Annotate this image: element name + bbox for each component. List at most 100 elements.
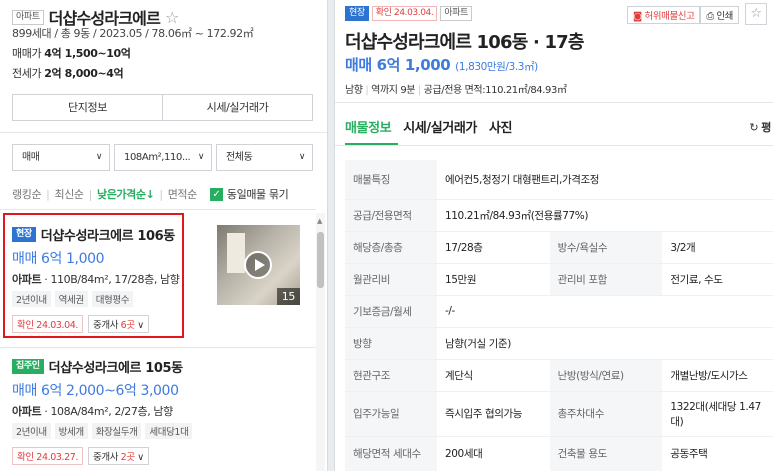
row-value: 17/28층 xyxy=(437,231,550,264)
detail-tags: 현장 확인 24.03.04. 아파트 xyxy=(345,6,472,21)
complex-tabs: 단지정보 시세/실거래가 xyxy=(12,94,313,121)
detail-actions: ◙ 허위매물신고 ⎙ 인쇄 xyxy=(627,6,739,24)
sep: | xyxy=(417,85,421,96)
agent-count-button[interactable]: 중개사 2곳 ∨ xyxy=(88,447,149,465)
row-value: 즉시입주 협의가능 xyxy=(437,391,550,437)
group-same-label: 동일매물 묶기 xyxy=(226,188,289,201)
table-row: 해당면적 세대수 200세대 건축물 용도 공동주택 xyxy=(345,436,773,471)
chevron-down-icon: ∨ xyxy=(298,152,306,162)
station-distance: 역까지 9분 xyxy=(371,85,416,96)
detail-price: 매매 6억 1,000 (1,830만원/3.3㎡) xyxy=(345,54,538,75)
detail-tabs: 매물정보 시세/실거래가 사진 xyxy=(345,117,512,136)
photo-count: 15 xyxy=(276,288,300,305)
area-select[interactable]: 108Am²,110... ∨ xyxy=(114,144,212,171)
row-key: 월관리비 xyxy=(345,263,437,296)
tab-photos[interactable]: 사진 xyxy=(489,117,513,136)
table-row: 공급/전용면적 110.21㎡/84.93㎡(전용률77%) xyxy=(345,199,773,232)
scrollbar[interactable]: ▲ xyxy=(316,213,325,471)
sale-price-row: 매매가 4억 1,500~10억 xyxy=(12,45,131,61)
sale-value: 4억 1,500~10억 xyxy=(44,47,131,60)
deal-type-select[interactable]: 매매 ∨ xyxy=(12,144,110,171)
listing-title: 더샵수성라크에르 105동 xyxy=(48,361,184,376)
tab-listing-info[interactable]: 매물정보 xyxy=(345,117,392,136)
panel-divider xyxy=(327,0,335,471)
scroll-thumb[interactable] xyxy=(317,232,324,288)
detail-price-value: 매매 6억 1,000 xyxy=(345,56,451,74)
star-icon[interactable]: ☆ xyxy=(745,3,767,25)
sort-latest[interactable]: 최신순 xyxy=(49,186,88,202)
row-value: 3/2개 xyxy=(662,231,773,264)
sort-low-price[interactable]: 낮은가격순↓ xyxy=(92,186,159,202)
area-value: 108Am²,110... xyxy=(124,152,191,163)
row-key: 공급/전용면적 xyxy=(345,199,437,232)
row-value: 남향(거실 기준) xyxy=(437,327,773,360)
play-icon[interactable] xyxy=(244,251,272,279)
print-button[interactable]: ⎙ 인쇄 xyxy=(700,6,739,24)
row-key: 방수/욕실수 xyxy=(549,231,663,264)
row-value: 110.21㎡/84.93㎡(전용률77%) xyxy=(437,199,773,232)
table-row: 방향 남향(거실 기준) xyxy=(345,327,773,360)
row-key: 해당층/총층 xyxy=(345,231,437,264)
divider xyxy=(0,347,316,348)
row-key: 해당면적 세대수 xyxy=(345,436,437,471)
window-graphic xyxy=(227,233,245,273)
table-row: 월관리비 15만원 관리비 포함 전기료, 수도 xyxy=(345,263,773,296)
building-value: 전체동 xyxy=(226,152,253,163)
price-history-button[interactable]: 시세/실거래가 xyxy=(163,95,312,120)
agent-num: 2곳 xyxy=(120,452,135,463)
row-key: 현관구조 xyxy=(345,359,437,392)
sort-ranking[interactable]: 랭킹순 xyxy=(12,186,46,202)
row-value: 1322대(세대당 1.47대) xyxy=(662,391,773,437)
area-info: 공급/전용 면적:110.21㎡/84.93㎡ xyxy=(423,85,567,96)
divider xyxy=(335,102,773,103)
row-value: 전기료, 수도 xyxy=(662,263,773,296)
detail-info: 남향 | 역까지 9분 | 공급/전용 면적:110.21㎡/84.93㎡ xyxy=(345,81,567,96)
scroll-up-icon[interactable]: ▲ xyxy=(317,217,322,225)
listing-type: 아파트 xyxy=(12,405,42,418)
row-value: 계단식 xyxy=(437,359,550,392)
row-value: 공동주택 xyxy=(662,436,773,471)
report-button[interactable]: ◙ 허위매물신고 xyxy=(627,6,701,24)
checkbox-icon[interactable]: ✓ xyxy=(209,187,223,201)
table-row: 해당층/총층 17/28층 방수/욕실수 3/2개 xyxy=(345,231,773,264)
lease-price-row: 전세가 2억 8,000~4억 xyxy=(12,65,124,81)
print-label: 인쇄 xyxy=(716,11,733,22)
listing-price: 매매 6억 2,000~6억 3,000 xyxy=(12,383,179,399)
listing-spec: · 108A/84m², 2/27층, 남향 xyxy=(41,405,173,418)
lease-value: 2억 8,000~4억 xyxy=(44,67,124,80)
tab-price-history[interactable]: 시세/실거래가 xyxy=(403,117,477,136)
table-row: 입주가능일 즉시입주 협의가능 총주차대수 1322대(세대당 1.47대) xyxy=(345,391,773,437)
sale-label: 매매가 xyxy=(12,47,42,60)
sep: | xyxy=(365,85,369,96)
chevron-down-icon: ∨ xyxy=(95,152,103,162)
divider xyxy=(0,132,327,133)
selection-highlight xyxy=(3,213,184,338)
direction: 남향 xyxy=(345,85,363,96)
owner-badge: 집주인 xyxy=(12,359,44,374)
listing-detail-table: 매물특징 에어컨5,청정기 대형팬트리,가격조정 공급/전용면적 110.21㎡… xyxy=(345,160,773,471)
lease-label: 전세가 xyxy=(12,67,42,80)
table-row: 매물특징 에어컨5,청정기 대형팬트리,가격조정 xyxy=(345,160,773,200)
listing-thumbnail[interactable]: 15 xyxy=(217,225,300,305)
row-value: 개별난방/도시가스 xyxy=(662,359,773,392)
listing-item[interactable]: 집주인 더샵수성라크에르 105동 매매 6억 2,000~6억 3,000 아… xyxy=(12,357,312,465)
row-key: 입주가능일 xyxy=(345,391,437,437)
agent-label: 중개사 xyxy=(93,452,121,463)
complex-info-button[interactable]: 단지정보 xyxy=(13,95,163,120)
building-select[interactable]: 전체동 ∨ xyxy=(216,144,313,171)
type-tag: 아파트 xyxy=(12,9,44,25)
divider xyxy=(0,209,316,210)
chevron-down-icon: ∨ xyxy=(197,152,205,162)
deal-type-value: 매매 xyxy=(22,152,40,163)
star-icon[interactable]: ☆ xyxy=(165,8,179,27)
row-value: 에어컨5,청정기 대형팬트리,가격조정 xyxy=(437,160,773,200)
keyword-list: 2년이내 방세개 화장실두개 세대당1대 xyxy=(12,423,312,439)
report-label: 허위매물신고 xyxy=(644,11,695,22)
onsite-badge: 현장 xyxy=(345,6,369,21)
unit-toggle[interactable]: ↻ 평 xyxy=(749,119,771,135)
keyword: 화장실두개 xyxy=(91,423,142,439)
table-row: 현관구조 계단식 난방(방식/연료) 개별난방/도시가스 xyxy=(345,359,773,392)
sort-area[interactable]: 면적순 xyxy=(163,186,202,202)
row-key: 난방(방식/연료) xyxy=(549,359,663,392)
sort-bar: 랭킹순 | 최신순 | 낮은가격순↓ | 면적순 ✓ 동일매물 묶기 xyxy=(12,186,289,202)
